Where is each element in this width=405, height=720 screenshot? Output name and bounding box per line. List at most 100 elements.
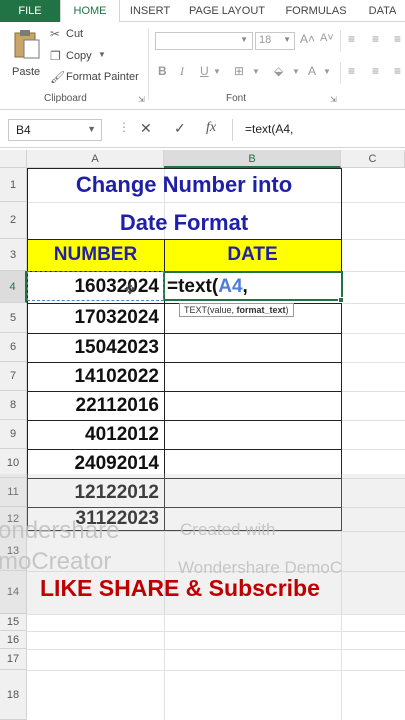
chevron-down-icon: ▼: [240, 35, 248, 44]
row-header[interactable]: 4: [0, 271, 27, 303]
tab-insert[interactable]: INSERT: [122, 0, 178, 22]
enter-icon[interactable]: ✓: [174, 120, 186, 137]
formula-suffix: ,: [242, 276, 248, 297]
like-share-subscribe: LIKE SHARE & Subscribe: [40, 575, 320, 601]
column-header-a[interactable]: A: [27, 150, 164, 168]
cancel-icon[interactable]: ✕: [140, 120, 152, 137]
italic-button[interactable]: I: [180, 64, 184, 79]
chevron-down-icon[interactable]: ▼: [213, 67, 221, 76]
row-header[interactable]: 5: [0, 303, 27, 333]
watermark-left-1: ondershare: [0, 517, 120, 544]
chevron-down-icon[interactable]: ▼: [292, 67, 300, 76]
gridline: [27, 614, 405, 615]
column-header-b[interactable]: B: [164, 150, 341, 168]
formula-bar: B4 ▼ ⋮ ✕ ✓ fx =text(A4,: [0, 112, 405, 148]
gridline: [27, 649, 405, 650]
fill-handle[interactable]: [338, 297, 344, 303]
align-bottom-icon[interactable]: ≡: [394, 32, 401, 46]
table-line: [27, 333, 342, 334]
copy-button[interactable]: Copy: [66, 50, 92, 62]
borders-icon[interactable]: ⊞: [234, 64, 244, 78]
tab-home[interactable]: HOME: [60, 0, 120, 23]
row-header[interactable]: 3: [0, 239, 27, 271]
align-middle-icon[interactable]: ≡: [372, 32, 379, 46]
function-tooltip[interactable]: TEXT(value, format_text): [179, 303, 294, 317]
row-header[interactable]: 17: [0, 649, 27, 670]
font-size-value: 18: [259, 34, 272, 46]
row-header[interactable]: 16: [0, 631, 27, 649]
tab-formulas[interactable]: FORMULAS: [280, 0, 352, 22]
insert-function-icon[interactable]: fx: [206, 120, 216, 136]
group-separator: [340, 30, 341, 52]
chevron-down-icon: ▼: [87, 124, 96, 134]
align-center-icon[interactable]: ≡: [372, 64, 379, 78]
align-top-icon[interactable]: ≡: [348, 32, 355, 46]
referenced-cell-a4: [27, 271, 164, 301]
row-header[interactable]: 15: [0, 614, 27, 631]
tab-page-layout[interactable]: PAGE LAYOUT: [182, 0, 272, 22]
chevron-down-icon: ▼: [283, 35, 291, 44]
table-line: [27, 239, 342, 240]
format-painter-button[interactable]: Format Painter: [66, 71, 139, 83]
paste-label: Paste: [12, 66, 41, 78]
formula-text: =text(A4,: [245, 122, 294, 136]
tooltip-function: TEXT(value,: [184, 305, 237, 315]
cut-button[interactable]: Cut: [66, 28, 83, 40]
table-line: [27, 362, 342, 363]
row-header[interactable]: 2: [0, 202, 27, 239]
formula-ref: A4: [218, 276, 243, 297]
group-separator: [340, 62, 341, 84]
column-header-c[interactable]: C: [341, 150, 405, 168]
grow-font-icon[interactable]: A˄: [300, 32, 315, 46]
row-header[interactable]: 9: [0, 420, 27, 449]
cell-b4-editing[interactable]: =text(A4,: [167, 276, 248, 298]
formula-input[interactable]: =text(A4,: [232, 119, 405, 141]
shrink-font-icon[interactable]: A˅: [320, 32, 334, 44]
gridline: [27, 631, 405, 632]
copy-icon: ❐: [50, 49, 61, 63]
worksheet-grid[interactable]: A B C 1 2 3 4 5 6 7 8 9 10 11 12 13 14 15 16 17 18 Change…: [0, 150, 405, 720]
watermark-right-1: Created with: [180, 520, 276, 539]
format-painter-icon: 🖌: [50, 70, 66, 84]
table-line: [27, 391, 342, 392]
chevron-down-icon[interactable]: ▼: [252, 67, 260, 76]
tab-data[interactable]: DATA: [360, 0, 405, 22]
font-color-icon[interactable]: A: [308, 64, 316, 78]
chevron-down-icon[interactable]: ▼: [323, 67, 331, 76]
name-box-value: B4: [16, 123, 31, 137]
font-group-label: Font: [226, 93, 247, 104]
row-header[interactable]: 18: [0, 670, 27, 720]
clipboard-group-label: Clipboard: [44, 93, 87, 104]
font-size-combo[interactable]: 18 ▼: [255, 32, 295, 50]
clipboard-icon: [14, 30, 40, 59]
font-name-combo[interactable]: ▼: [155, 32, 253, 50]
ribbon-tabs: FILE HOME INSERT PAGE LAYOUT FORMULAS DA…: [0, 0, 405, 23]
row-header[interactable]: 7: [0, 362, 27, 391]
row-header[interactable]: 1: [0, 168, 27, 202]
cell-cursor-icon: ✥: [124, 281, 136, 297]
tooltip-close: ): [285, 305, 289, 315]
gridline: [27, 670, 405, 671]
row-header[interactable]: 6: [0, 333, 27, 362]
table-line: [27, 420, 342, 421]
table-line: [27, 449, 342, 450]
dialog-launcher-icon[interactable]: ⇲: [138, 95, 145, 104]
scissors-icon: ✂: [50, 27, 61, 41]
select-all-corner[interactable]: [0, 150, 27, 168]
ribbon-home: Paste ✂ Cut ❐ Copy ▼ 🖌 Format Painter Cl…: [0, 22, 405, 110]
chevron-down-icon[interactable]: ▼: [98, 50, 106, 59]
tab-file[interactable]: FILE: [0, 0, 60, 22]
group-separator: [148, 28, 149, 100]
bold-button[interactable]: B: [158, 64, 167, 78]
align-left-icon[interactable]: ≡: [348, 64, 355, 78]
watermark-left-2: moCreator: [0, 548, 112, 575]
underline-button[interactable]: U: [200, 64, 209, 78]
row-header[interactable]: 8: [0, 391, 27, 420]
formula-prefix: =text(: [167, 276, 219, 297]
dialog-launcher-icon[interactable]: ⇲: [330, 95, 337, 104]
align-right-icon[interactable]: ≡: [394, 64, 401, 78]
paste-button[interactable]: Paste: [8, 28, 46, 86]
name-box[interactable]: B4 ▼: [8, 119, 102, 141]
tooltip-arg: format_text: [236, 305, 286, 315]
fill-color-icon[interactable]: ⬙: [274, 64, 283, 78]
